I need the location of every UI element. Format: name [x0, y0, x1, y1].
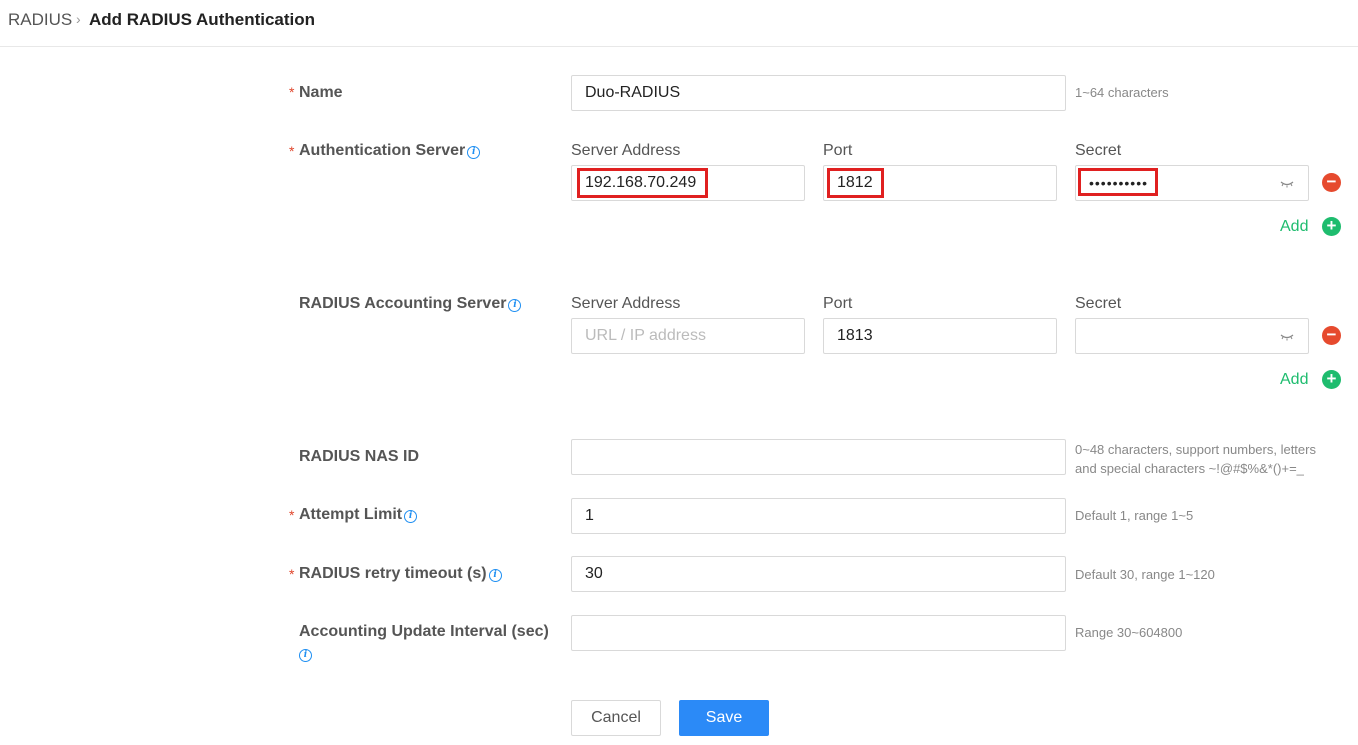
breadcrumb-chevron-icon: ›: [76, 11, 81, 27]
eye-closed-icon[interactable]: [1280, 329, 1294, 343]
page-title: Add RADIUS Authentication: [89, 10, 316, 29]
acct-col-port: Port: [823, 295, 853, 312]
add-acct-server-plus-icon[interactable]: +: [1322, 370, 1341, 389]
nas-id-hint-line2: and special characters ~!@#$%&*()+=_: [1075, 461, 1304, 476]
auth-col-port: Port: [823, 142, 853, 159]
add-auth-server-plus-icon[interactable]: +: [1322, 217, 1341, 236]
remove-acct-server-minus-icon[interactable]: −: [1322, 326, 1341, 345]
acct-port-input[interactable]: 1813: [823, 318, 1057, 354]
acct-col-server-address: Server Address: [571, 295, 681, 312]
info-icon[interactable]: i: [299, 649, 312, 662]
nas-id-label: RADIUS NAS ID: [299, 448, 420, 465]
attempt-limit-label-text: Attempt Limit: [299, 506, 403, 523]
attempt-limit-value: 1: [585, 507, 594, 524]
required-mark: *: [289, 143, 295, 159]
acct-col-secret: Secret: [1075, 295, 1122, 312]
nas-id-input[interactable]: [571, 439, 1066, 475]
info-icon[interactable]: i: [467, 146, 481, 159]
info-icon[interactable]: i: [404, 510, 418, 523]
acct-port-value: 1813: [837, 327, 873, 344]
highlight-box: [1078, 168, 1158, 196]
acct-interval-hint: Range 30~604800: [1075, 625, 1183, 640]
required-mark: *: [289, 507, 295, 523]
eye-closed-icon[interactable]: [1280, 176, 1294, 190]
acct-server-label-text: RADIUS Accounting Server: [299, 295, 507, 312]
highlight-box: [577, 168, 708, 198]
acct-interval-input[interactable]: [571, 615, 1066, 651]
retry-timeout-input[interactable]: 30: [571, 556, 1066, 592]
add-acct-server-link[interactable]: Add: [1280, 371, 1308, 389]
name-input-value: Duo-RADIUS: [585, 84, 681, 101]
acct-secret-input[interactable]: [1075, 318, 1309, 354]
auth-col-server-address: Server Address: [571, 142, 681, 159]
page-header: RADIUS › Add RADIUS Authentication: [0, 0, 1358, 47]
required-mark: *: [289, 566, 295, 582]
acct-server-label: RADIUS Accounting Server i: [299, 295, 522, 313]
acct-server-address-placeholder: URL / IP address: [585, 327, 706, 344]
highlight-box: [827, 168, 884, 198]
name-hint: 1~64 characters: [1075, 85, 1169, 100]
auth-server-label-text: Authentication Server: [299, 142, 466, 159]
attempt-limit-label: Attempt Limit i: [299, 506, 418, 524]
cancel-button[interactable]: Cancel: [571, 700, 661, 736]
name-input[interactable]: Duo-RADIUS: [571, 75, 1066, 111]
acct-server-address-input[interactable]: URL / IP address: [571, 318, 805, 354]
retry-timeout-label: RADIUS retry timeout (s) i: [299, 565, 502, 583]
remove-auth-server-minus-icon[interactable]: −: [1322, 173, 1341, 192]
acct-interval-label: Accounting Update Interval (sec): [299, 623, 549, 640]
save-button[interactable]: Save: [679, 700, 769, 736]
retry-timeout-value: 30: [585, 565, 603, 582]
add-auth-server-link[interactable]: Add: [1280, 218, 1308, 236]
retry-timeout-hint: Default 30, range 1~120: [1075, 567, 1215, 582]
required-mark: *: [289, 84, 295, 100]
info-icon[interactable]: i: [488, 569, 502, 582]
retry-timeout-label-text: RADIUS retry timeout (s): [299, 565, 487, 582]
info-icon[interactable]: i: [508, 299, 522, 312]
attempt-limit-hint: Default 1, range 1~5: [1075, 508, 1194, 523]
breadcrumb-radius-link[interactable]: RADIUS: [8, 10, 72, 30]
name-label: Name: [299, 84, 343, 101]
auth-col-secret: Secret: [1075, 142, 1122, 159]
attempt-limit-input[interactable]: 1: [571, 498, 1066, 534]
nas-id-hint-line1: 0~48 characters, support numbers, letter…: [1075, 442, 1316, 457]
auth-server-label: Authentication Server i: [299, 142, 481, 160]
